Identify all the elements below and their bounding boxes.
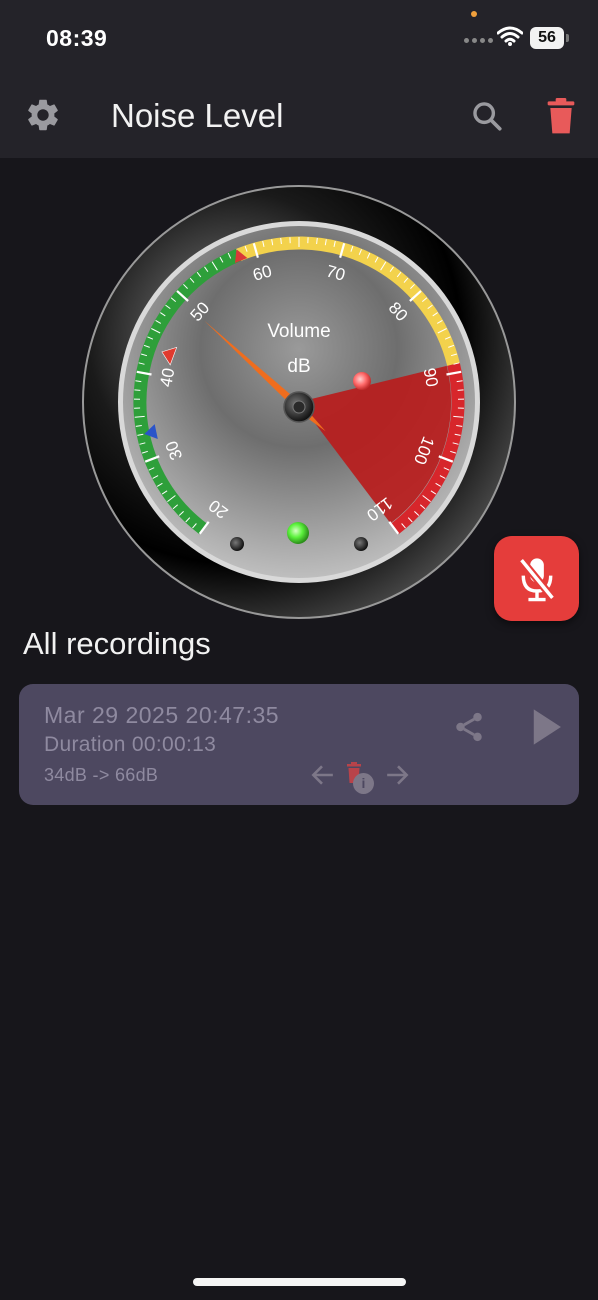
wifi-icon (497, 26, 523, 46)
gear-icon[interactable] (24, 96, 62, 134)
info-icon[interactable]: i (353, 773, 374, 794)
recording-range: 34dB -> 66dB (44, 765, 159, 785)
mic-toggle-button[interactable] (494, 536, 579, 621)
share-icon[interactable] (452, 710, 486, 744)
recording-card[interactable]: Mar 29 2025 20:47:35 Duration 00:00:13 3… (19, 684, 579, 805)
status-time: 08:39 (46, 25, 108, 51)
recording-duration: Duration 00:00:13 (44, 733, 217, 756)
gauge-label-40: 40 (156, 366, 178, 388)
gauge-label-title: Volume (267, 321, 330, 342)
gauge-label-90: 90 (420, 366, 442, 388)
arrow-right-icon[interactable] (385, 762, 411, 788)
battery-level: 56 (538, 29, 556, 46)
app-bar: Noise Level (0, 80, 598, 158)
mic-off-icon (518, 557, 555, 601)
privacy-indicator-dot (471, 11, 477, 17)
recordings-title: All recordings (23, 626, 211, 661)
status-bar: 08:39 56 (0, 0, 598, 80)
gauge-tick (457, 389, 464, 391)
gauge-hub-center (292, 400, 306, 414)
noise-gauge: 2030405060 708090100110 Volume dB (82, 185, 516, 619)
gauge-tick (134, 389, 141, 391)
green-led (287, 522, 309, 544)
trash-icon[interactable] (545, 97, 577, 135)
red-led (353, 372, 371, 390)
min-stop-pin (230, 537, 244, 551)
home-indicator (193, 1278, 406, 1286)
play-icon[interactable] (529, 708, 563, 746)
gauge-label-unit: dB (287, 356, 310, 377)
battery-cap (566, 34, 569, 42)
signal-dots-icon (464, 38, 493, 43)
recording-date: Mar 29 2025 20:47:35 (44, 702, 280, 728)
search-icon[interactable] (470, 99, 504, 133)
max-stop-pin (354, 537, 368, 551)
battery-icon: 56 (530, 27, 564, 49)
gauge-tick (316, 237, 318, 245)
arrow-left-icon[interactable] (309, 762, 335, 788)
page-title: Noise Level (111, 97, 284, 134)
gauge-tick (280, 237, 282, 245)
